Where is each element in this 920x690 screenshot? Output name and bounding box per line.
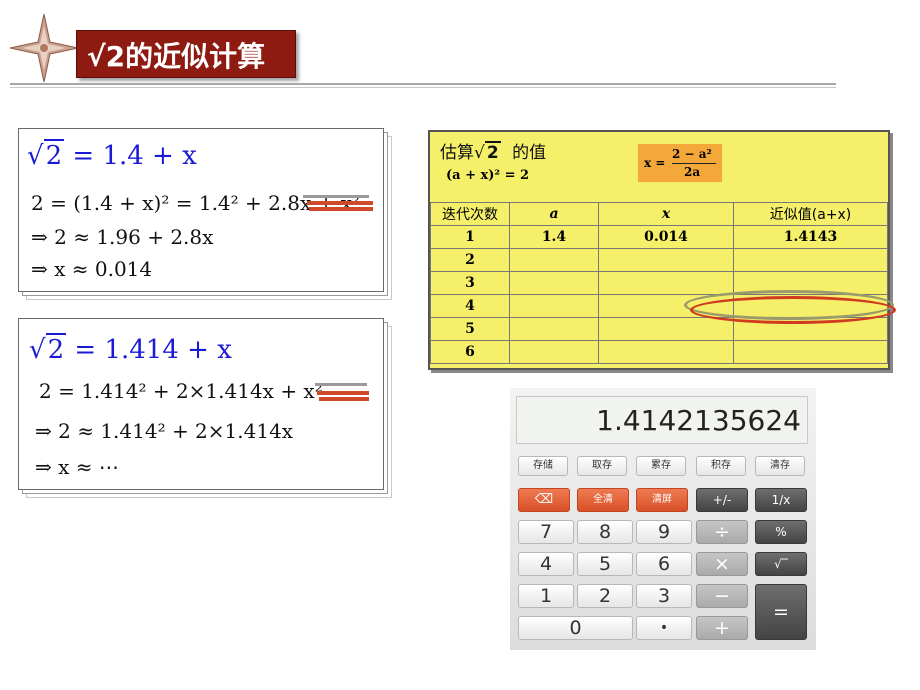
star-icon [9,13,79,83]
digit-3-button[interactable]: 3 [636,584,692,608]
iteration-table: 迭代次数 a x 近似值(a+x) 1 1.4 0.014 1.4143 2 3… [430,202,888,364]
digit-9-button[interactable]: 9 [636,520,692,544]
column-header: 近似值(a+x) [733,202,888,226]
derivation-box-1: √2 = 1.4 + x 2 = (1.4 + x)² = 1.4² + 2.8… [18,128,384,292]
table-cell [509,340,599,364]
clear-entry-button[interactable]: 清屏 [636,488,688,512]
table-cell: 0.014 [598,225,734,249]
strike-mark [319,397,369,401]
table-cell [598,340,734,364]
digit-5-button[interactable]: 5 [577,552,633,576]
title-text: √2的近似计算 [87,40,266,73]
divide-button[interactable]: ÷ [696,520,748,544]
plus-button[interactable]: + [696,616,748,640]
table-cell: 1.4 [509,225,599,249]
box2-line1: √2 = 1.414 + x [29,333,232,365]
highlight-oval [690,296,896,324]
box2-line4: ⇒ x ≈ ⋯ [35,455,119,479]
derivation-box-2: √2 = 1.414 + x 2 = 1.414² + 2×1.414x + x… [18,318,384,490]
strike-mark [317,391,369,395]
table-cell [509,294,599,318]
table-cell: 2 [430,248,510,272]
table-row: 2 [430,248,888,272]
digit-0-button[interactable]: 0 [518,616,633,640]
table-cell [733,340,888,364]
table-header-row: 迭代次数 a x 近似值(a+x) [430,202,888,226]
digit-1-button[interactable]: 1 [518,584,574,608]
table-cell: 1.4143 [733,225,888,249]
fraction-bar [672,163,716,164]
memory-recall-button[interactable]: 取存 [577,456,627,476]
memory-add-button[interactable]: 累存 [636,456,686,476]
title-divider [10,83,836,85]
plus-minus-button[interactable]: +/- [696,488,748,512]
percent-button[interactable]: % [755,520,807,544]
iteration-formula: x = 2 − a² 2a [638,144,722,182]
strike-mark-shadow [303,195,369,198]
column-header: 迭代次数 [430,202,510,226]
box1-line3: ⇒ 2 ≈ 1.96 + 2.8x [31,225,214,249]
box1-line1: √2 = 1.4 + x [27,139,197,171]
box1-line4: ⇒ x ≈ 0.014 [31,257,153,281]
memory-multiply-button[interactable]: 积存 [696,456,746,476]
reciprocal-button[interactable]: 1/x [755,488,807,512]
table-cell [598,271,734,295]
digit-7-button[interactable]: 7 [518,520,574,544]
calculator-display: 1.4142135624 [516,396,808,444]
digit-6-button[interactable]: 6 [636,552,692,576]
minus-button[interactable]: − [696,584,748,608]
memory-clear-button[interactable]: 清存 [755,456,805,476]
box2-line3: ⇒ 2 ≈ 1.414² + 2×1.414x [35,419,294,443]
decimal-point-button[interactable]: • [636,616,692,640]
table-row: 6 [430,340,888,364]
strike-mark [309,207,373,211]
strike-mark [307,201,373,205]
table-cell [509,317,599,341]
title-divider-secondary [10,87,836,88]
calculator: 1.4142135624 存储 取存 累存 积存 清存 ⌫ 全清 清屏 +/- … [510,388,816,650]
box2-line2: 2 = 1.414² + 2×1.414x + x² [39,379,323,403]
table-cell [509,271,599,295]
table-cell: 6 [430,340,510,364]
strike-mark-shadow [315,383,367,386]
sqrt-button[interactable]: √‾ [755,552,807,576]
sheet-subheading: (a + x)² = 2 [446,168,530,183]
digit-4-button[interactable]: 4 [518,552,574,576]
table-cell [598,248,734,272]
column-header: a [509,202,599,226]
table-cell: 3 [430,271,510,295]
digit-2-button[interactable]: 2 [577,584,633,608]
memory-store-button[interactable]: 存储 [518,456,568,476]
table-row: 1 1.4 0.014 1.4143 [430,225,888,249]
multiply-button[interactable]: × [696,552,748,576]
table-cell [598,317,734,341]
slide-title: √2的近似计算 [76,30,296,78]
table-cell: 1 [430,225,510,249]
iteration-spreadsheet: 估算√ 2 的值 (a + x)² = 2 x = 2 − a² 2a 迭代次数 … [428,130,890,370]
column-header: x [598,202,734,226]
sheet-heading: 估算√ 2 的值 [440,141,547,163]
table-cell: 5 [430,317,510,341]
table-cell: 4 [430,294,510,318]
backspace-button[interactable]: ⌫ [518,488,570,512]
equals-button[interactable]: = [755,584,807,640]
table-cell [509,248,599,272]
digit-8-button[interactable]: 8 [577,520,633,544]
clear-all-button[interactable]: 全清 [577,488,629,512]
table-cell [733,248,888,272]
